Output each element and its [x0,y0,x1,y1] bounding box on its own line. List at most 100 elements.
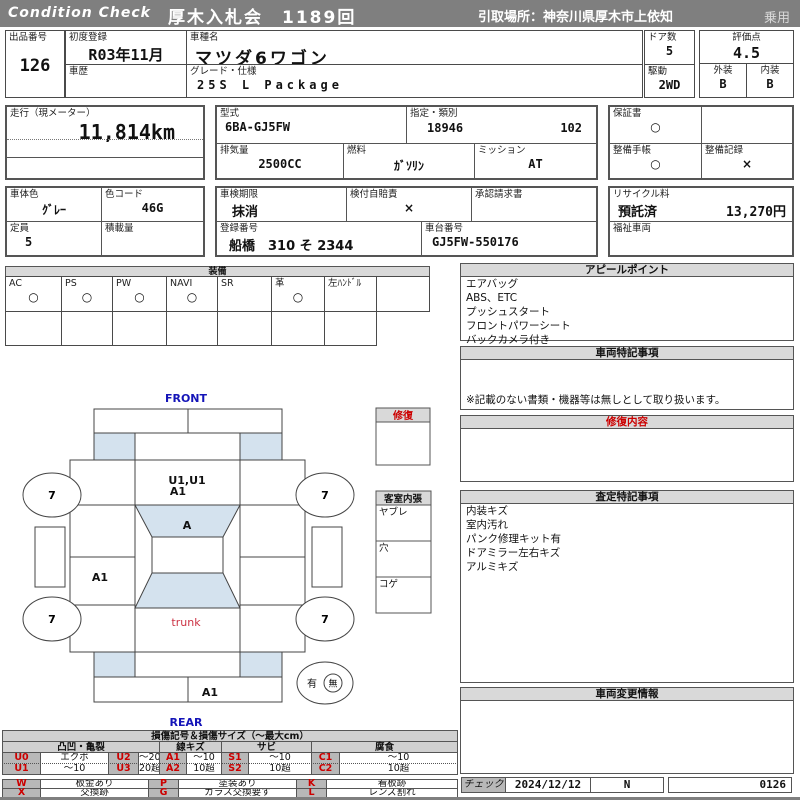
cabin-row-burn-label: コゲ [379,578,399,590]
equipment-mark-ac: ○ [28,290,39,304]
equipment-mark-pw: ○ [134,290,145,304]
transmission-cell: ミッション AT [475,143,596,178]
tire-front-right-depth: 7 [321,489,329,502]
legend-code: U1 [2,763,41,775]
inspection-cell: 車検期限 抹消 [217,188,347,222]
displacement-cell: 排気量 2500CC [217,143,344,178]
presence-stamp [296,661,354,705]
pickup-location: 引取場所：神奈川県厚木市上依知 [478,10,674,25]
repair-mini-body [375,421,431,466]
check-label-cell: チェック [461,777,506,793]
warranty-cell: 保証書 ○ [610,107,702,143]
equipment-row2-cell [61,311,113,346]
score-cell: 評価点 4.5 [699,30,794,64]
legend-code: A2 [159,763,187,775]
drive-label: 駆動 [648,66,668,77]
vehicle-change-title: 車両変更情報 [461,688,793,701]
drive-value: 2WD [658,78,681,92]
inspection-registration-block: 車検期限 抹消 検付自賠責 × 承認請求書 登録番号 船橋 310 そ 2344… [215,186,598,257]
displacement-label: 排気量 [220,145,249,156]
welfare-cell: 福祉車両 [610,222,792,255]
equipment-label-pw: PW [116,278,132,289]
jibaiseki-value: × [403,201,415,215]
vehicle-change-panel: 車両変更情報 [460,687,794,774]
model-code-label: 型式 [220,108,240,119]
front-corner-left [93,432,136,461]
color-code-cell: 色コード 46G [102,188,203,222]
rear-corner-left [93,651,136,678]
chassis-number-cell: 車台番号 GJ5FW-550176 [422,222,596,255]
plate-number-cell: 登録番号 船橋 310 そ 2344 [217,222,422,255]
first-registration-value: R03年11月 [88,46,164,64]
body-color-value: ｸﾞﾚｰ [41,203,66,217]
windshield-damage-mark: A [183,519,192,532]
vehicle-notes-title: 車両特記事項 [461,347,793,360]
left-door-damage-mark: A1 [92,571,108,584]
interior-grade-label: 内装 [760,65,780,76]
payload-cell: 積載量 [102,222,203,255]
jibaiseki-label: 検付自賠責 [350,189,398,200]
plate-number-label: 登録番号 [220,223,259,234]
equipment-row2-cell [271,311,325,346]
vehicle-class-badge: 乗用 [763,11,790,26]
front-label: FRONT [165,392,208,405]
vehicle-history-cell: 車歴 [65,64,187,98]
damage-diagram: FRONT REAR U1,U1 A1 A A1 trunk A1 7 7 7 … [22,392,432,729]
score-label: 評価点 [732,32,761,43]
legend-value: 10超 [248,763,312,775]
exhibit-number-label: 出品番号 [9,32,48,43]
inspection-value: 抹消 [232,205,259,220]
documents-block: 保証書 ○ 整備手帳 ○ 整備記録 × [608,105,794,180]
appeal-line: エアバッグ [466,278,519,290]
exterior-grade-label: 外装 [713,65,733,76]
mileage-label: 走行（現メーター） [10,108,96,119]
inspection-label: 車検期限 [220,189,259,200]
capacity-label: 定員 [10,223,30,234]
tire-rear-left-depth: 7 [48,613,56,626]
grade-cell: グレード・仕様 25S L Package [186,64,643,98]
vehicle-notes-footnote: ※記載のない書類・機器等は無しとして取り扱います。 [466,394,726,406]
model-name-label: 車種名 [190,32,219,43]
body-color-cell: 車体色 ｸﾞﾚｰ [7,188,102,222]
legend-value: 10超 [186,763,222,775]
rear-label: REAR [170,716,203,729]
recycle-status: 預託済 [618,205,658,220]
vehicle-history-label: 車歴 [69,66,89,77]
equipment-row2-cell [112,311,167,346]
payload-label: 積載量 [105,223,134,234]
recycle-fee-cell: リサイクル料 預託済 13,270円 [610,188,792,222]
doors-label: ドア数 [648,32,677,43]
drive-cell: 駆動 2WD [644,64,695,98]
assessment-line: 内装キズ [466,505,508,517]
equipment-label-extra [377,277,429,279]
equipment-label-ps: PS [65,278,77,289]
exhibit-number-value: 126 [19,56,51,76]
appeal-line: フロントパワーシート [466,320,571,332]
recycle-fee-value: 13,270円 [726,205,786,220]
rear-corner-right [239,651,283,678]
exterior-grade-cell: 外装 B [699,63,747,98]
legend-value: 10超 [339,763,458,775]
legend-code: C2 [311,763,340,775]
mileage-divider-solid [7,157,203,158]
appeal-points-panel: アピールポイント エアバッグ ABS、ETC プッシュスタート フロントパワーシ… [460,263,794,346]
score-value: 4.5 [732,44,761,62]
body-color-label: 車体色 [10,189,39,200]
condition-check-sheet: Condition Check 厚木入札会 1189回 引取場所：神奈川県厚木市… [0,0,800,800]
equipment-cell-ac: AC ○ [5,276,62,312]
exterior-grade-value: B [719,77,727,91]
equipment-cell-ps: PS ○ [61,276,113,312]
equipment-cell-leather: 革 ○ [271,276,325,312]
check-date-cell: 2024/12/12 [505,777,591,793]
equipment-label-lhd: 左ﾊﾝﾄﾞﾙ [328,278,362,289]
recycle-welfare-block: リサイクル料 預託済 13,270円 福祉車両 [608,186,794,257]
vehicle-notes-panel: 車両特記事項 ※記載のない書類・機器等は無しとして取り扱います。 [460,346,794,410]
color-code-label: 色コード [105,189,144,200]
check-number-value: 0126 [759,778,787,791]
cabin-row-hole-label: 穴 [379,542,389,554]
cabin-box-title: 客室内張 [383,493,423,505]
equipment-mark-ps: ○ [81,290,93,304]
mileage-cell: 走行（現メーター） 11,814km [5,105,205,180]
tire-rear-right-depth: 7 [321,613,329,626]
equipment-mark-navi: ○ [186,290,198,304]
